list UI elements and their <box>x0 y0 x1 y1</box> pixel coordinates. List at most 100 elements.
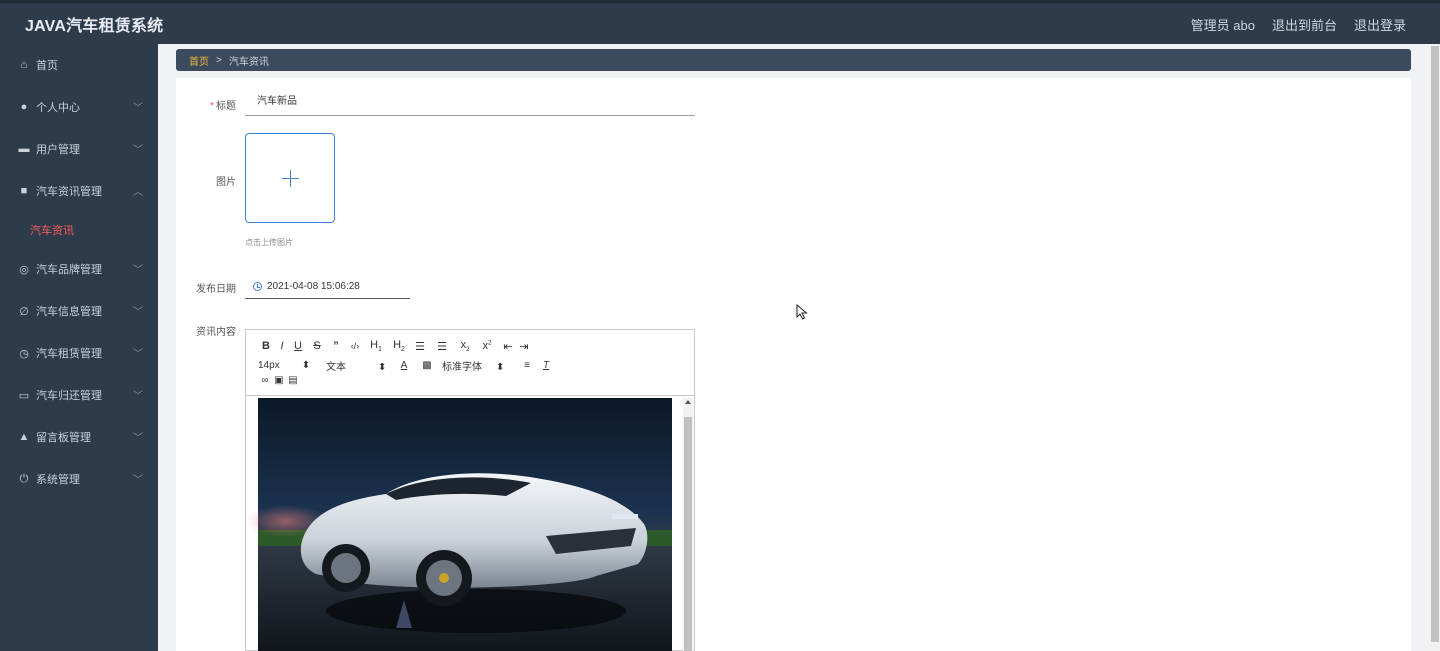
top-actions: 管理员 abo 退出到前台 退出登录 <box>1191 15 1406 34</box>
superscript-button[interactable]: x2 <box>474 340 500 352</box>
align-button[interactable]: ≡ <box>516 360 538 371</box>
font-size-select[interactable]: 14px ⬍ <box>258 360 314 371</box>
date-label: 发布日期 <box>196 284 236 295</box>
sidebar-subitem-news[interactable]: 汽车资讯 <box>0 212 158 248</box>
select-arrow-icon: ⬍ <box>378 362 387 373</box>
chevron-down-icon: ﹀ <box>133 475 143 486</box>
sidebar-item-label: 留言板管理 <box>36 432 91 444</box>
chevron-down-icon: ﹀ <box>133 433 143 444</box>
bullet-list-button[interactable]: ☰ <box>428 340 456 353</box>
sidebar-item-label: 汽车资讯管理 <box>36 186 102 198</box>
compass-icon: ◎ <box>19 263 29 276</box>
sidebar-item-home[interactable]: ⌂ 首页 <box>0 44 158 86</box>
power-icon: ⏻ <box>19 472 29 485</box>
sidebar-item-label: 系统管理 <box>36 474 80 486</box>
link-icon[interactable]: ∞ <box>258 375 272 386</box>
sidebar-item-brand[interactable]: ◎ 汽车品牌管理 ﹀ <box>0 248 158 290</box>
header2-button[interactable]: H2 <box>386 339 412 353</box>
font-family-select[interactable]: 标准字体 ⬍ <box>442 358 516 373</box>
image-upload-button[interactable] <box>245 133 335 223</box>
app-title: JAVA汽车租赁系统 <box>25 18 164 35</box>
bold-button[interactable]: B <box>258 340 274 352</box>
chevron-down-icon: ﹀ <box>133 391 143 402</box>
sidebar-item-users[interactable]: ▬ 用户管理 ﹀ <box>0 128 158 170</box>
chevron-down-icon: ﹀ <box>133 103 143 114</box>
rich-text-editor: B I U S ” ‹/› H1 H2 ☰ ☰ x2 x2 ⇤ ⇥ 14px ⬍ … <box>245 329 695 651</box>
scroll-thumb[interactable] <box>684 417 692 651</box>
sidebar-item-label: 首页 <box>36 60 58 72</box>
sidebar-item-return[interactable]: ▭ 汽车归还管理 ﹀ <box>0 374 158 416</box>
image-label: 图片 <box>216 177 236 188</box>
breadcrumb: 首页 > 汽车资讯 <box>176 49 1411 71</box>
sidebar-item-label: 汽车租赁管理 <box>36 348 102 360</box>
chevron-up-icon: ︿ <box>133 187 143 198</box>
video-icon[interactable]: ▤ <box>286 375 300 386</box>
sidebar-item-label: 汽车归还管理 <box>36 390 102 402</box>
sidebar-item-label: 个人中心 <box>36 102 80 114</box>
subscript-button[interactable]: x2 <box>456 339 474 353</box>
outdent-button[interactable]: ⇤ <box>500 340 516 353</box>
font-color-button[interactable]: A <box>396 360 412 371</box>
publish-date-value: 2021-04-08 15:06:28 <box>267 281 360 292</box>
sidebar: ⌂ 首页 ● 个人中心 ﹀ ▬ 用户管理 ﹀ ■ 汽车资讯管理 ︿ 汽车资讯 ◎… <box>0 44 158 651</box>
image-icon[interactable]: ▣ <box>272 375 286 386</box>
clean-format-button[interactable]: T <box>538 360 554 371</box>
sidebar-item-rental[interactable]: ◷ 汽车租赁管理 ﹀ <box>0 332 158 374</box>
title-label: * 标题 <box>210 101 236 112</box>
chevron-down-icon: ﹀ <box>133 307 143 318</box>
strike-button[interactable]: S <box>306 340 328 352</box>
title-input[interactable]: 汽车新品 <box>245 91 695 116</box>
exit-to-frontend-link[interactable]: 退出到前台 <box>1272 15 1337 34</box>
home-icon: ⌂ <box>20 59 28 71</box>
publish-date-input[interactable]: 2021-04-08 15:06:28 <box>245 275 410 299</box>
edit-icon: ∅ <box>19 305 29 318</box>
chevron-down-icon: ﹀ <box>133 145 143 156</box>
breadcrumb-separator: > <box>216 54 222 66</box>
admin-user-label: 管理员 abo <box>1190 18 1255 33</box>
id-card-icon: ▭ <box>18 389 30 402</box>
car-image <box>246 398 672 651</box>
briefcase-icon: ▬ <box>18 143 30 155</box>
sidebar-item-label: 汽车信息管理 <box>36 306 102 318</box>
blockquote-button[interactable]: ” <box>328 340 344 352</box>
person-icon: ▲ <box>18 431 30 443</box>
indent-button[interactable]: ⇥ <box>516 340 532 353</box>
editor-toolbar: B I U S ” ‹/› H1 H2 ☰ ☰ x2 x2 ⇤ ⇥ 14px ⬍ … <box>246 330 694 396</box>
logout-link[interactable]: 退出登录 <box>1354 15 1406 34</box>
editor-content[interactable] <box>246 396 694 651</box>
ordered-list-button[interactable]: ☰ <box>412 340 428 353</box>
block-type-select[interactable]: 文本 ⬍ <box>314 358 396 373</box>
code-block-button[interactable]: ‹/› <box>344 341 366 351</box>
sidebar-item-messages[interactable]: ▲ 留言板管理 ﹀ <box>0 416 158 458</box>
required-mark: * <box>210 101 214 112</box>
upload-tip: 点击上传图片 <box>245 238 293 247</box>
content-label: 资讯内容 <box>196 327 236 338</box>
mouse-cursor-icon <box>796 304 808 320</box>
clock-icon <box>253 282 262 291</box>
breadcrumb-home[interactable]: 首页 <box>189 53 209 68</box>
background-color-button[interactable]: ▩ <box>412 360 442 371</box>
page-scrollbar[interactable] <box>1430 44 1440 651</box>
sidebar-item-label: 用户管理 <box>36 144 80 156</box>
chevron-down-icon: ﹀ <box>133 265 143 276</box>
plus-icon-vertical <box>290 170 291 187</box>
underline-button[interactable]: U <box>290 340 306 352</box>
chat-icon: ■ <box>20 185 28 197</box>
page-scroll-thumb[interactable] <box>1431 46 1439 642</box>
top-bar: JAVA汽车租赁系统 管理员 abo 退出到前台 退出登录 <box>0 0 1440 44</box>
sidebar-item-profile[interactable]: ● 个人中心 ﹀ <box>0 86 158 128</box>
sidebar-item-news-management[interactable]: ■ 汽车资讯管理 ︿ <box>0 170 158 212</box>
sidebar-item-label: 汽车品牌管理 <box>36 264 102 276</box>
user-icon: ● <box>20 101 28 113</box>
sidebar-item-car-info[interactable]: ∅ 汽车信息管理 ﹀ <box>0 290 158 332</box>
italic-button[interactable]: I <box>274 340 290 352</box>
select-arrow-icon: ⬍ <box>301 360 311 371</box>
select-arrow-icon: ⬍ <box>496 362 505 373</box>
scroll-up-arrow-icon[interactable] <box>685 400 691 404</box>
clock-icon: ◷ <box>19 347 29 360</box>
editor-scrollbar[interactable] <box>683 398 693 651</box>
sidebar-item-system[interactable]: ⏻ 系统管理 ﹀ <box>0 458 158 500</box>
header1-button[interactable]: H1 <box>366 339 386 353</box>
chevron-down-icon: ﹀ <box>133 349 143 360</box>
breadcrumb-current: 汽车资讯 <box>228 56 269 68</box>
